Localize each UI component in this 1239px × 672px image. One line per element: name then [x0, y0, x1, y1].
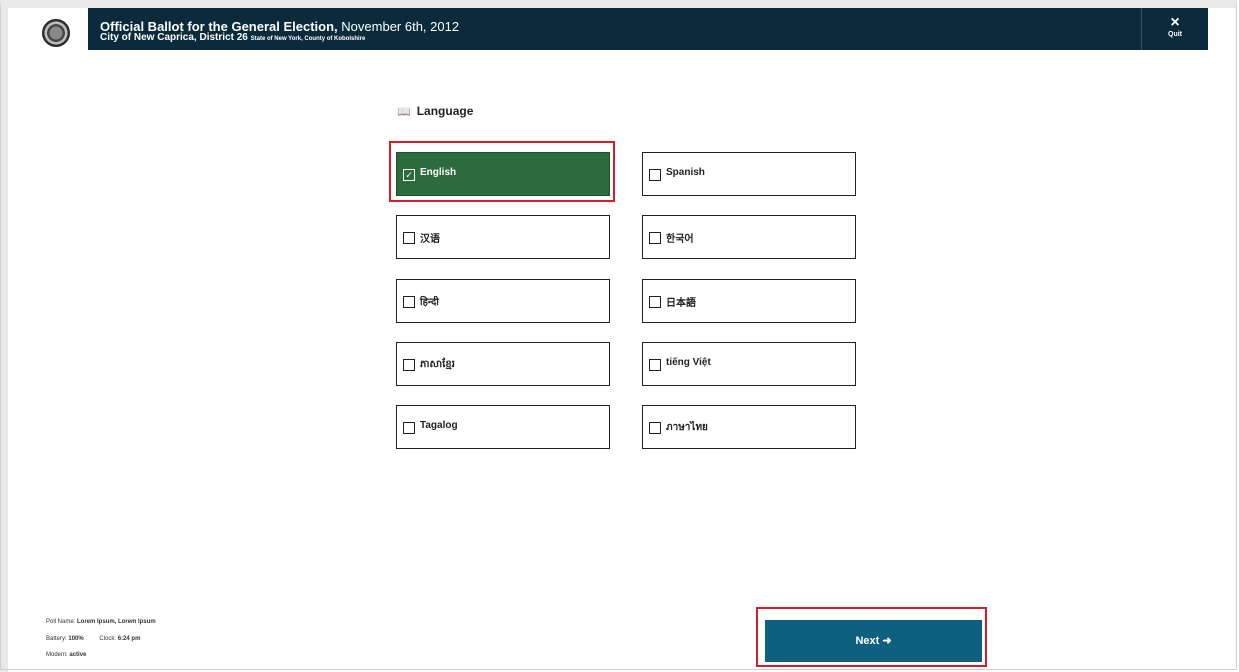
language-heading: 📖 Language	[397, 104, 473, 118]
checkbox-icon	[649, 169, 661, 181]
language-option-label: Spanish	[666, 167, 705, 178]
language-option-label: tiếng Việt	[666, 357, 711, 368]
checkbox-icon	[403, 359, 415, 371]
ballot-subtitle: City of New Caprica, District 26 State o…	[100, 32, 365, 43]
modem-label: Modem:	[46, 652, 68, 658]
language-option-spanish[interactable]: Spanish	[642, 152, 856, 196]
english-highlight-box	[389, 141, 615, 202]
language-icon: 📖	[397, 106, 411, 118]
poll-name-label: Poll Name:	[46, 619, 76, 625]
next-button-label: Next	[855, 635, 880, 647]
checkbox-icon	[403, 296, 415, 308]
checkbox-icon	[649, 359, 661, 371]
language-heading-text: Language	[416, 104, 474, 118]
window-frame	[0, 0, 1237, 670]
checkbox-icon	[403, 422, 415, 434]
quit-button[interactable]: × Quit	[1141, 8, 1208, 50]
poll-name-value: Lorem Ipsum, Lorem Ipsum	[77, 619, 156, 625]
next-button[interactable]: Next ➜	[765, 620, 982, 662]
language-option-label: ភាសាខ្មែរ	[420, 359, 455, 370]
battery-value: 100%	[68, 636, 84, 642]
modem-value: active	[69, 652, 87, 658]
poll-name-info: Poll Name: Lorem Ipsum, Lorem Ipsum	[46, 619, 156, 625]
language-option-label: 日本語	[666, 298, 696, 309]
language-option-khmer[interactable]: ភាសាខ្មែរ	[396, 342, 610, 386]
modem-info: Modem: active	[46, 652, 86, 658]
language-option-tagalog[interactable]: Tagalog	[396, 405, 610, 449]
language-option-hindi[interactable]: हिन्दी	[396, 279, 610, 323]
language-option-chinese[interactable]: 汉语	[396, 215, 610, 259]
battery-label: Battery:	[46, 636, 67, 642]
language-option-thai[interactable]: ภาษาไทย	[642, 405, 856, 449]
language-option-label: 汉语	[420, 234, 440, 245]
ballot-header: Official Ballot for the General Election…	[88, 8, 1208, 50]
language-option-japanese[interactable]: 日本語	[642, 279, 856, 323]
language-option-label: Tagalog	[420, 420, 458, 431]
language-option-korean[interactable]: 한국어	[642, 215, 856, 259]
language-option-vietnamese[interactable]: tiếng Việt	[642, 342, 856, 386]
battery-clock-info: Battery: 100% Clock: 6:24 pm	[46, 636, 140, 642]
ballot-subtitle-district: City of New Caprica, District 26	[100, 32, 248, 43]
checkbox-icon	[649, 296, 661, 308]
quit-label: Quit	[1168, 31, 1182, 38]
checkbox-icon	[649, 422, 661, 434]
city-seal-logo	[42, 19, 70, 47]
checkbox-icon	[649, 232, 661, 244]
language-option-label: ภาษาไทย	[666, 422, 708, 433]
clock-label: Clock:	[99, 636, 117, 642]
checkbox-icon	[403, 232, 415, 244]
arrow-right-icon: ➜	[882, 635, 892, 647]
close-icon: ×	[1170, 14, 1180, 31]
ballot-subtitle-county: State of New York, County of Kobolshire	[250, 36, 366, 42]
clock-value: 6:24 pm	[117, 636, 141, 642]
language-option-label: हिन्दी	[420, 297, 439, 308]
language-option-label: 한국어	[666, 234, 694, 245]
